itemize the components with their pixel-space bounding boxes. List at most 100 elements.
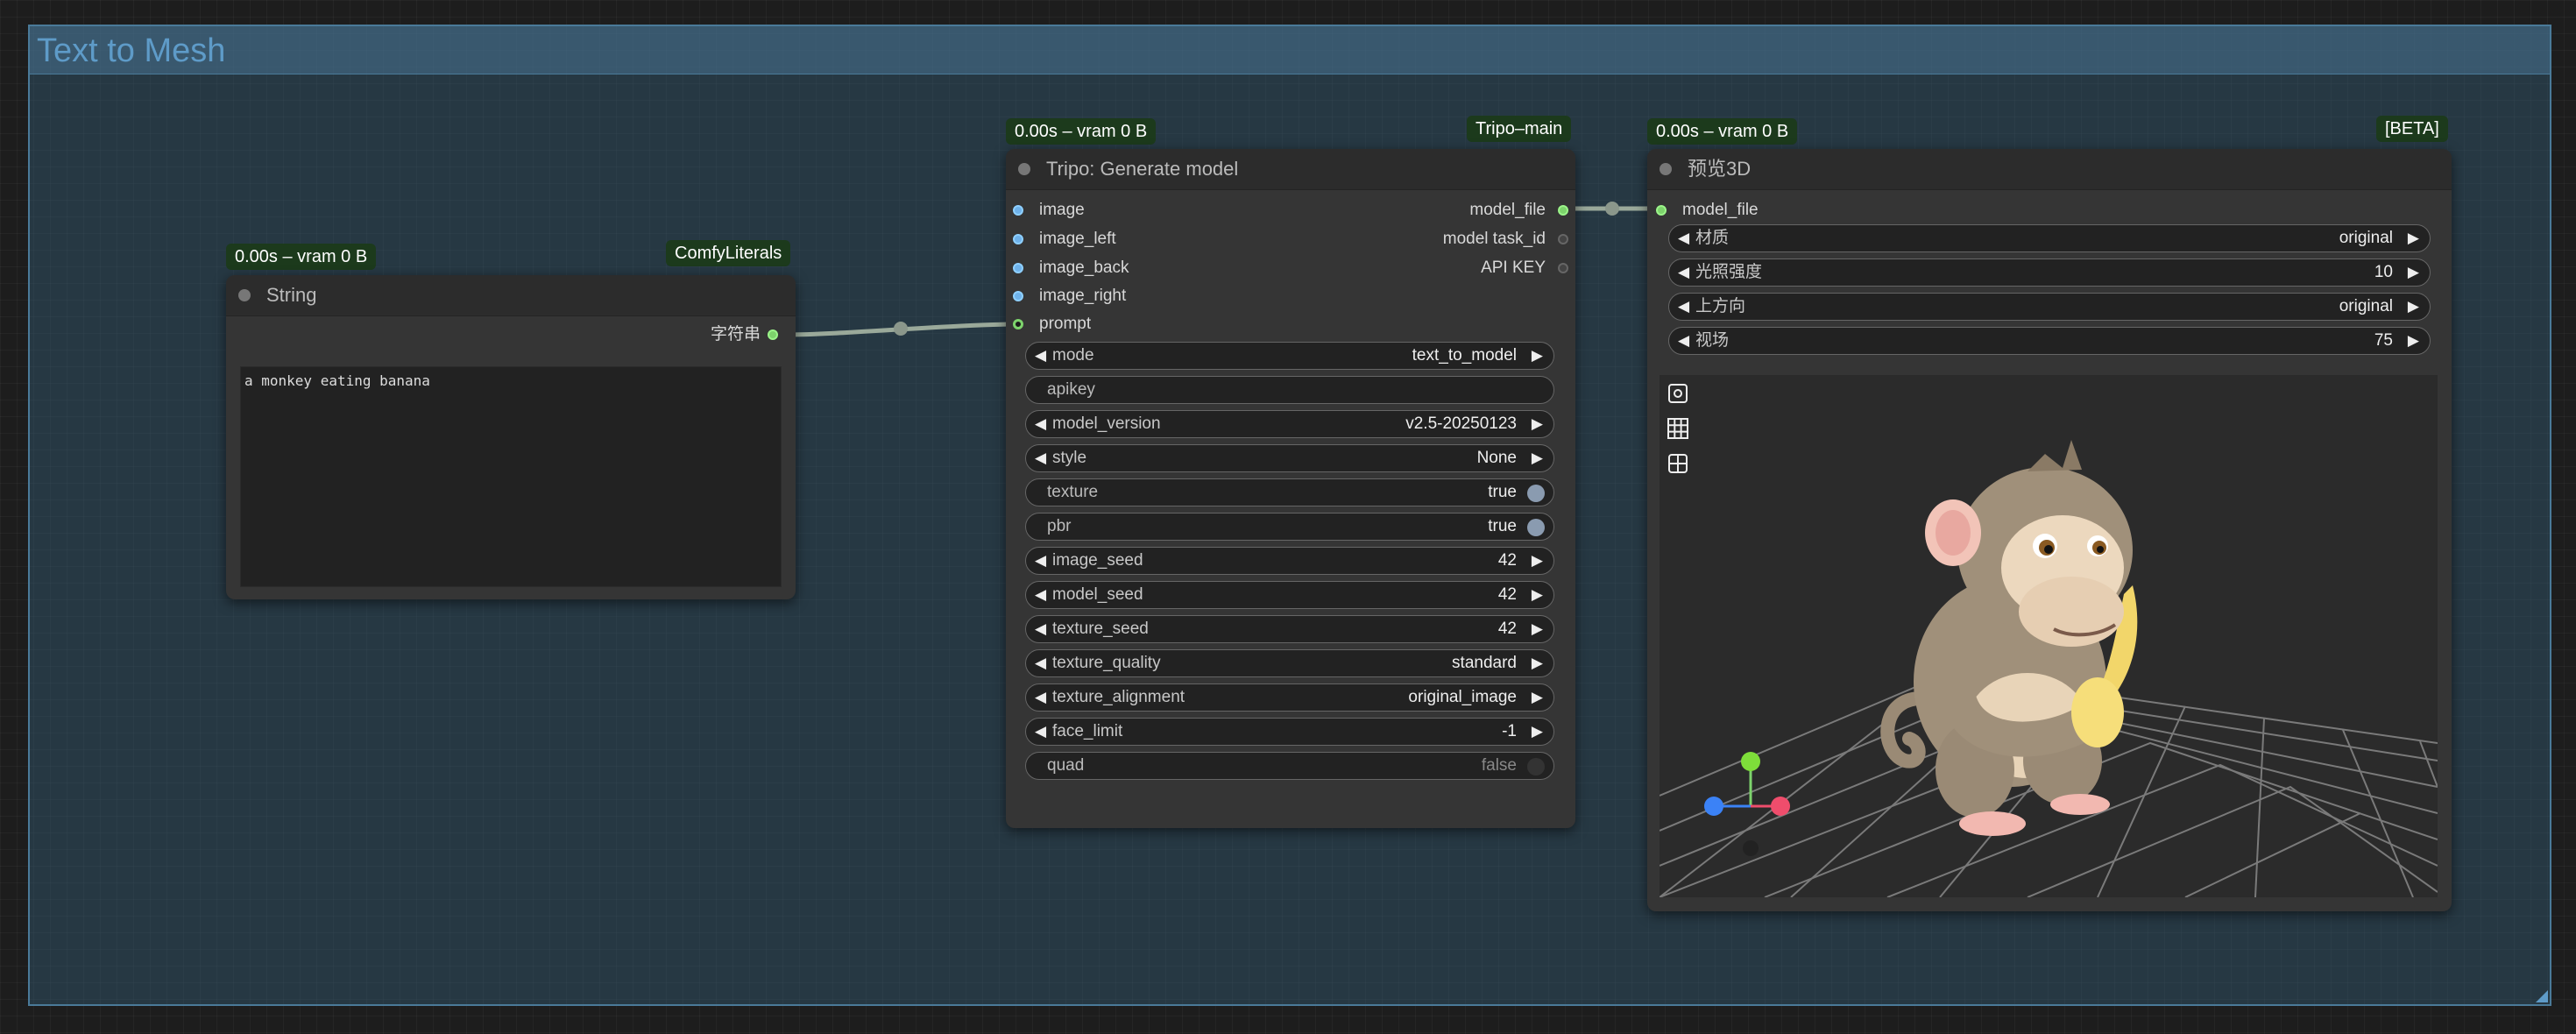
group-resize-handle[interactable] — [2536, 990, 2548, 1002]
tripo-generate-node[interactable]: Tripo: Generate model image image_left i… — [1006, 149, 1575, 828]
decrement-arrow-icon[interactable]: ◀ — [1035, 582, 1046, 608]
string-node[interactable]: String 字符串 a monkey eating banana — [226, 275, 796, 599]
widget-label: 上方向 — [1695, 297, 1746, 315]
output-port[interactable] — [1558, 263, 1568, 273]
output-slot-model-file[interactable]: model_file — [1469, 200, 1568, 221]
input-port[interactable] — [1013, 205, 1023, 216]
number-image-seed[interactable]: ◀ image_seed 42 ▶ — [1025, 547, 1554, 575]
output-slot-string[interactable]: 字符串 — [711, 324, 778, 345]
combo-material[interactable]: ◀ 材质 original ▶ — [1668, 224, 2431, 252]
increment-arrow-icon[interactable]: ▶ — [2408, 259, 2419, 286]
node-header[interactable]: Tripo: Generate model — [1006, 149, 1575, 190]
increment-arrow-icon[interactable]: ▶ — [1532, 684, 1543, 711]
3d-viewport[interactable] — [1660, 375, 2438, 897]
execution-time-badge: 0.00s – vram 0 B — [226, 244, 377, 270]
toggle-knob[interactable] — [1527, 519, 1545, 536]
increment-arrow-icon[interactable]: ▶ — [1532, 582, 1543, 608]
execution-time-badge: 0.00s – vram 0 B — [1647, 118, 1798, 145]
input-slot-image-back[interactable]: image_back — [1013, 258, 1129, 279]
node-pack-badge: ComfyLiterals — [666, 240, 791, 266]
node-title: 预览3D — [1688, 158, 1752, 180]
canvas[interactable]: Text to Mesh 0.00s – vram 0 B ComfyLiter… — [0, 0, 2576, 1034]
combo-up-direction[interactable]: ◀ 上方向 original ▶ — [1668, 293, 2431, 321]
increment-arrow-icon[interactable]: ▶ — [1532, 616, 1543, 642]
group-title[interactable]: Text to Mesh — [37, 32, 225, 70]
input-port[interactable] — [1013, 234, 1023, 244]
input-port[interactable] — [1013, 319, 1023, 329]
decrement-arrow-icon[interactable]: ◀ — [1035, 650, 1046, 676]
increment-arrow-icon[interactable]: ▶ — [2408, 294, 2419, 320]
input-port[interactable] — [1013, 263, 1023, 273]
decrement-arrow-icon[interactable]: ◀ — [1035, 411, 1046, 437]
toggle-quad[interactable]: quad false — [1025, 752, 1554, 780]
decrement-arrow-icon[interactable]: ◀ — [1035, 684, 1046, 711]
combo-style[interactable]: ◀ style None ▶ — [1025, 444, 1554, 472]
decrement-arrow-icon[interactable]: ◀ — [1035, 616, 1046, 642]
combo-mode[interactable]: ◀ mode text_to_model ▶ — [1025, 342, 1554, 370]
widget-label: model_version — [1052, 414, 1161, 433]
decrement-arrow-icon[interactable]: ◀ — [1035, 719, 1046, 745]
decrement-arrow-icon[interactable]: ◀ — [1035, 343, 1046, 369]
number-texture-seed[interactable]: ◀ texture_seed 42 ▶ — [1025, 615, 1554, 643]
execution-time-badge: 0.00s – vram 0 B — [1006, 118, 1157, 145]
output-port[interactable] — [1558, 234, 1568, 244]
toggle-knob[interactable] — [1527, 485, 1545, 502]
output-port[interactable] — [1558, 205, 1568, 216]
toggle-knob[interactable] — [1527, 758, 1545, 776]
number-face-limit[interactable]: ◀ face_limit -1 ▶ — [1025, 718, 1554, 746]
output-label: API KEY — [1481, 258, 1546, 277]
number-model-seed[interactable]: ◀ model_seed 42 ▶ — [1025, 581, 1554, 609]
increment-arrow-icon[interactable]: ▶ — [1532, 411, 1543, 437]
widget-label: texture_quality — [1052, 654, 1161, 672]
increment-arrow-icon[interactable]: ▶ — [2408, 328, 2419, 354]
combo-texture-alignment[interactable]: ◀ texture_alignment original_image ▶ — [1025, 683, 1554, 712]
input-label: prompt — [1039, 315, 1092, 333]
number-light-intensity[interactable]: ◀ 光照强度 10 ▶ — [1668, 258, 2431, 287]
decrement-arrow-icon[interactable]: ◀ — [1035, 445, 1046, 471]
decrement-arrow-icon[interactable]: ◀ — [1035, 548, 1046, 574]
widget-label: quad — [1047, 756, 1085, 775]
input-port[interactable] — [1656, 205, 1667, 216]
toggle-pbr[interactable]: pbr true — [1025, 513, 1554, 541]
increment-arrow-icon[interactable]: ▶ — [2408, 225, 2419, 251]
node-pack-badge: [BETA] — [2376, 116, 2448, 142]
toggle-texture[interactable]: texture true — [1025, 478, 1554, 506]
input-slot-prompt[interactable]: prompt — [1013, 314, 1091, 335]
preview-3d-node[interactable]: 预览3D model_file ◀ 材质 original ▶ ◀ 光照强度 1… — [1647, 149, 2452, 911]
input-slot-image-right[interactable]: image_right — [1013, 286, 1126, 307]
decrement-arrow-icon[interactable]: ◀ — [1678, 225, 1689, 251]
text-apikey[interactable]: apikey — [1025, 376, 1554, 404]
decrement-arrow-icon[interactable]: ◀ — [1678, 294, 1689, 320]
output-slot-api-key[interactable]: API KEY — [1481, 258, 1568, 279]
input-slot-image[interactable]: image — [1013, 200, 1085, 221]
widget-value: original — [2339, 297, 2393, 315]
combo-model-version[interactable]: ◀ model_version v2.5-20250123 ▶ — [1025, 410, 1554, 438]
node-header[interactable]: String — [226, 275, 796, 316]
increment-arrow-icon[interactable]: ▶ — [1532, 548, 1543, 574]
input-label: image_back — [1039, 258, 1129, 277]
input-slot-model-file[interactable]: model_file — [1656, 200, 1759, 221]
collapse-dot[interactable] — [1660, 163, 1672, 175]
input-slot-image-left[interactable]: image_left — [1013, 229, 1116, 250]
widget-value: true — [1488, 483, 1517, 501]
output-slot-task-id[interactable]: model task_id — [1443, 229, 1568, 250]
output-port[interactable] — [768, 329, 778, 340]
combo-texture-quality[interactable]: ◀ texture_quality standard ▶ — [1025, 649, 1554, 677]
node-header[interactable]: 预览3D — [1647, 149, 2452, 190]
decrement-arrow-icon[interactable]: ◀ — [1678, 259, 1689, 286]
number-fov[interactable]: ◀ 视场 75 ▶ — [1668, 327, 2431, 355]
increment-arrow-icon[interactable]: ▶ — [1532, 719, 1543, 745]
collapse-dot[interactable] — [1018, 163, 1030, 175]
output-label: 字符串 — [710, 325, 761, 343]
input-port[interactable] — [1013, 291, 1023, 301]
collapse-dot[interactable] — [238, 289, 251, 301]
increment-arrow-icon[interactable]: ▶ — [1532, 445, 1543, 471]
group-header[interactable] — [30, 26, 2550, 74]
increment-arrow-icon[interactable]: ▶ — [1532, 343, 1543, 369]
prompt-textarea[interactable]: a monkey eating banana — [240, 366, 782, 587]
widget-value: text_to_model — [1412, 346, 1517, 365]
decrement-arrow-icon[interactable]: ◀ — [1678, 328, 1689, 354]
widget-value: v2.5-20250123 — [1405, 414, 1517, 433]
increment-arrow-icon[interactable]: ▶ — [1532, 650, 1543, 676]
input-label: image_left — [1039, 230, 1116, 248]
